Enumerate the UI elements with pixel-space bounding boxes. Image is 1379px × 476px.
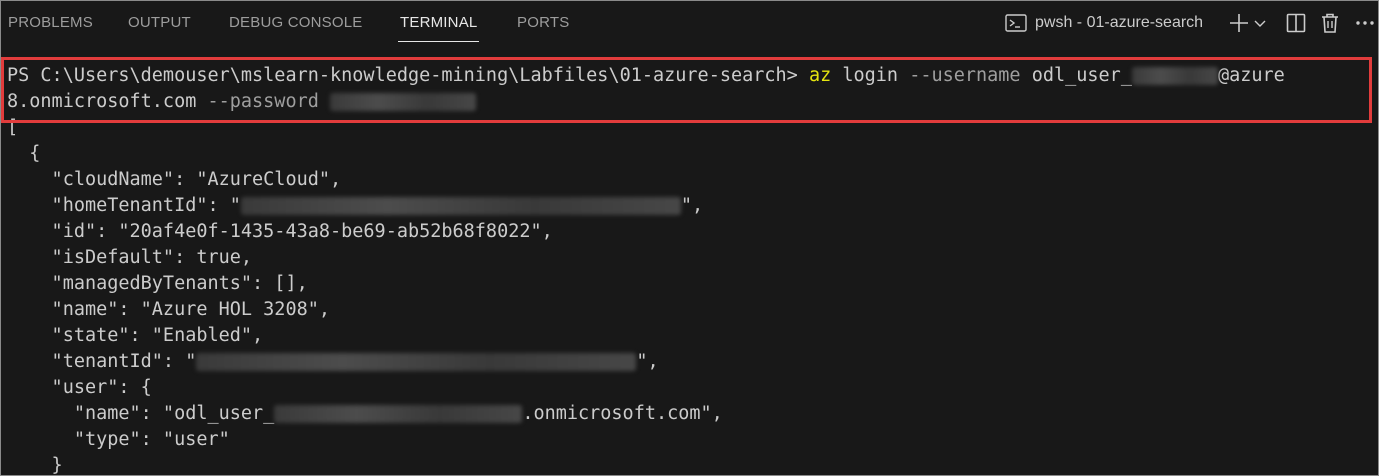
output-line: "id": "20af4e0f-1435-43a8-be69-ab52b68f8… (7, 221, 553, 242)
password-option: --password (207, 91, 319, 112)
output-line: "tenantId": " ", (7, 349, 659, 375)
tab-debug-console[interactable]: DEBUG CONSOLE (229, 1, 362, 45)
prompt: PS C:\Users\demouser\mslearn-knowledge-m… (7, 65, 809, 86)
output-line: [ (7, 117, 19, 138)
output-line: "name": "Azure HOL 3208", (7, 299, 331, 320)
redacted-username (1131, 67, 1218, 85)
user-name-close: .onmicrosoft.com", (522, 403, 723, 424)
output-line: { (7, 143, 41, 164)
output-line: } (7, 455, 63, 475)
terminal-instance-label: pwsh - 01-azure-search (1035, 14, 1204, 31)
output-line: "homeTenantId": " ", (7, 193, 704, 219)
add-icon[interactable] (1227, 11, 1251, 35)
output-line: "name": "odl_user_ .onmicrosoft.com", (7, 401, 723, 427)
trash-icon[interactable] (1318, 11, 1342, 35)
redacted-home-tenant-id (240, 197, 681, 215)
username-domain: 8.onmicrosoft.com (7, 91, 208, 112)
redacted-tenant-id (196, 353, 637, 371)
username-suffix: @azure (1217, 65, 1285, 86)
chevron-down-icon[interactable] (1252, 11, 1268, 35)
output-line: "state": "Enabled", (7, 325, 264, 346)
tab-output[interactable]: OUTPUT (128, 1, 191, 45)
more-icon[interactable] (1353, 11, 1377, 35)
output-line: "user": { (7, 377, 152, 398)
output-line: "type": "user" (7, 429, 230, 450)
terminal-output[interactable]: PS C:\Users\demouser\mslearn-knowledge-m… (1, 61, 1378, 475)
user-name-key: "name": "odl_user_ (7, 403, 275, 424)
redacted-password (330, 93, 477, 111)
redacted-user-name (274, 405, 523, 423)
home-tenant-close: ", (680, 195, 704, 216)
home-tenant-key: "homeTenantId": " (7, 195, 241, 216)
login-subcommand: login (831, 65, 910, 86)
tab-terminal[interactable]: TERMINAL (397, 1, 480, 45)
output-line: "cloudName": "AzureCloud", (7, 169, 342, 190)
username-prefix: odl_user_ (1020, 65, 1132, 86)
tab-problems[interactable]: PROBLEMS (8, 1, 93, 45)
az-command: az (808, 65, 832, 86)
output-line: "isDefault": true, (7, 247, 253, 268)
terminal-powershell-icon (1005, 14, 1027, 32)
tenant-id-close: ", (636, 351, 659, 372)
username-option: --username (909, 65, 1021, 86)
split-icon[interactable] (1284, 11, 1308, 35)
terminal-instance-selector[interactable]: pwsh - 01-azure-search (1005, 12, 1203, 34)
tenant-id-key: "tenantId": " (7, 351, 197, 372)
tab-ports[interactable]: PORTS (517, 1, 569, 45)
panel-header: PROBLEMS OUTPUT DEBUG CONSOLE TERMINAL P… (1, 1, 1378, 45)
output-line: "managedByTenants": [], (7, 273, 308, 294)
terminal-command-line-wrap: 8.onmicrosoft.com --password (7, 89, 477, 115)
terminal-command-line: PS C:\Users\demouser\mslearn-knowledge-m… (7, 63, 1285, 89)
